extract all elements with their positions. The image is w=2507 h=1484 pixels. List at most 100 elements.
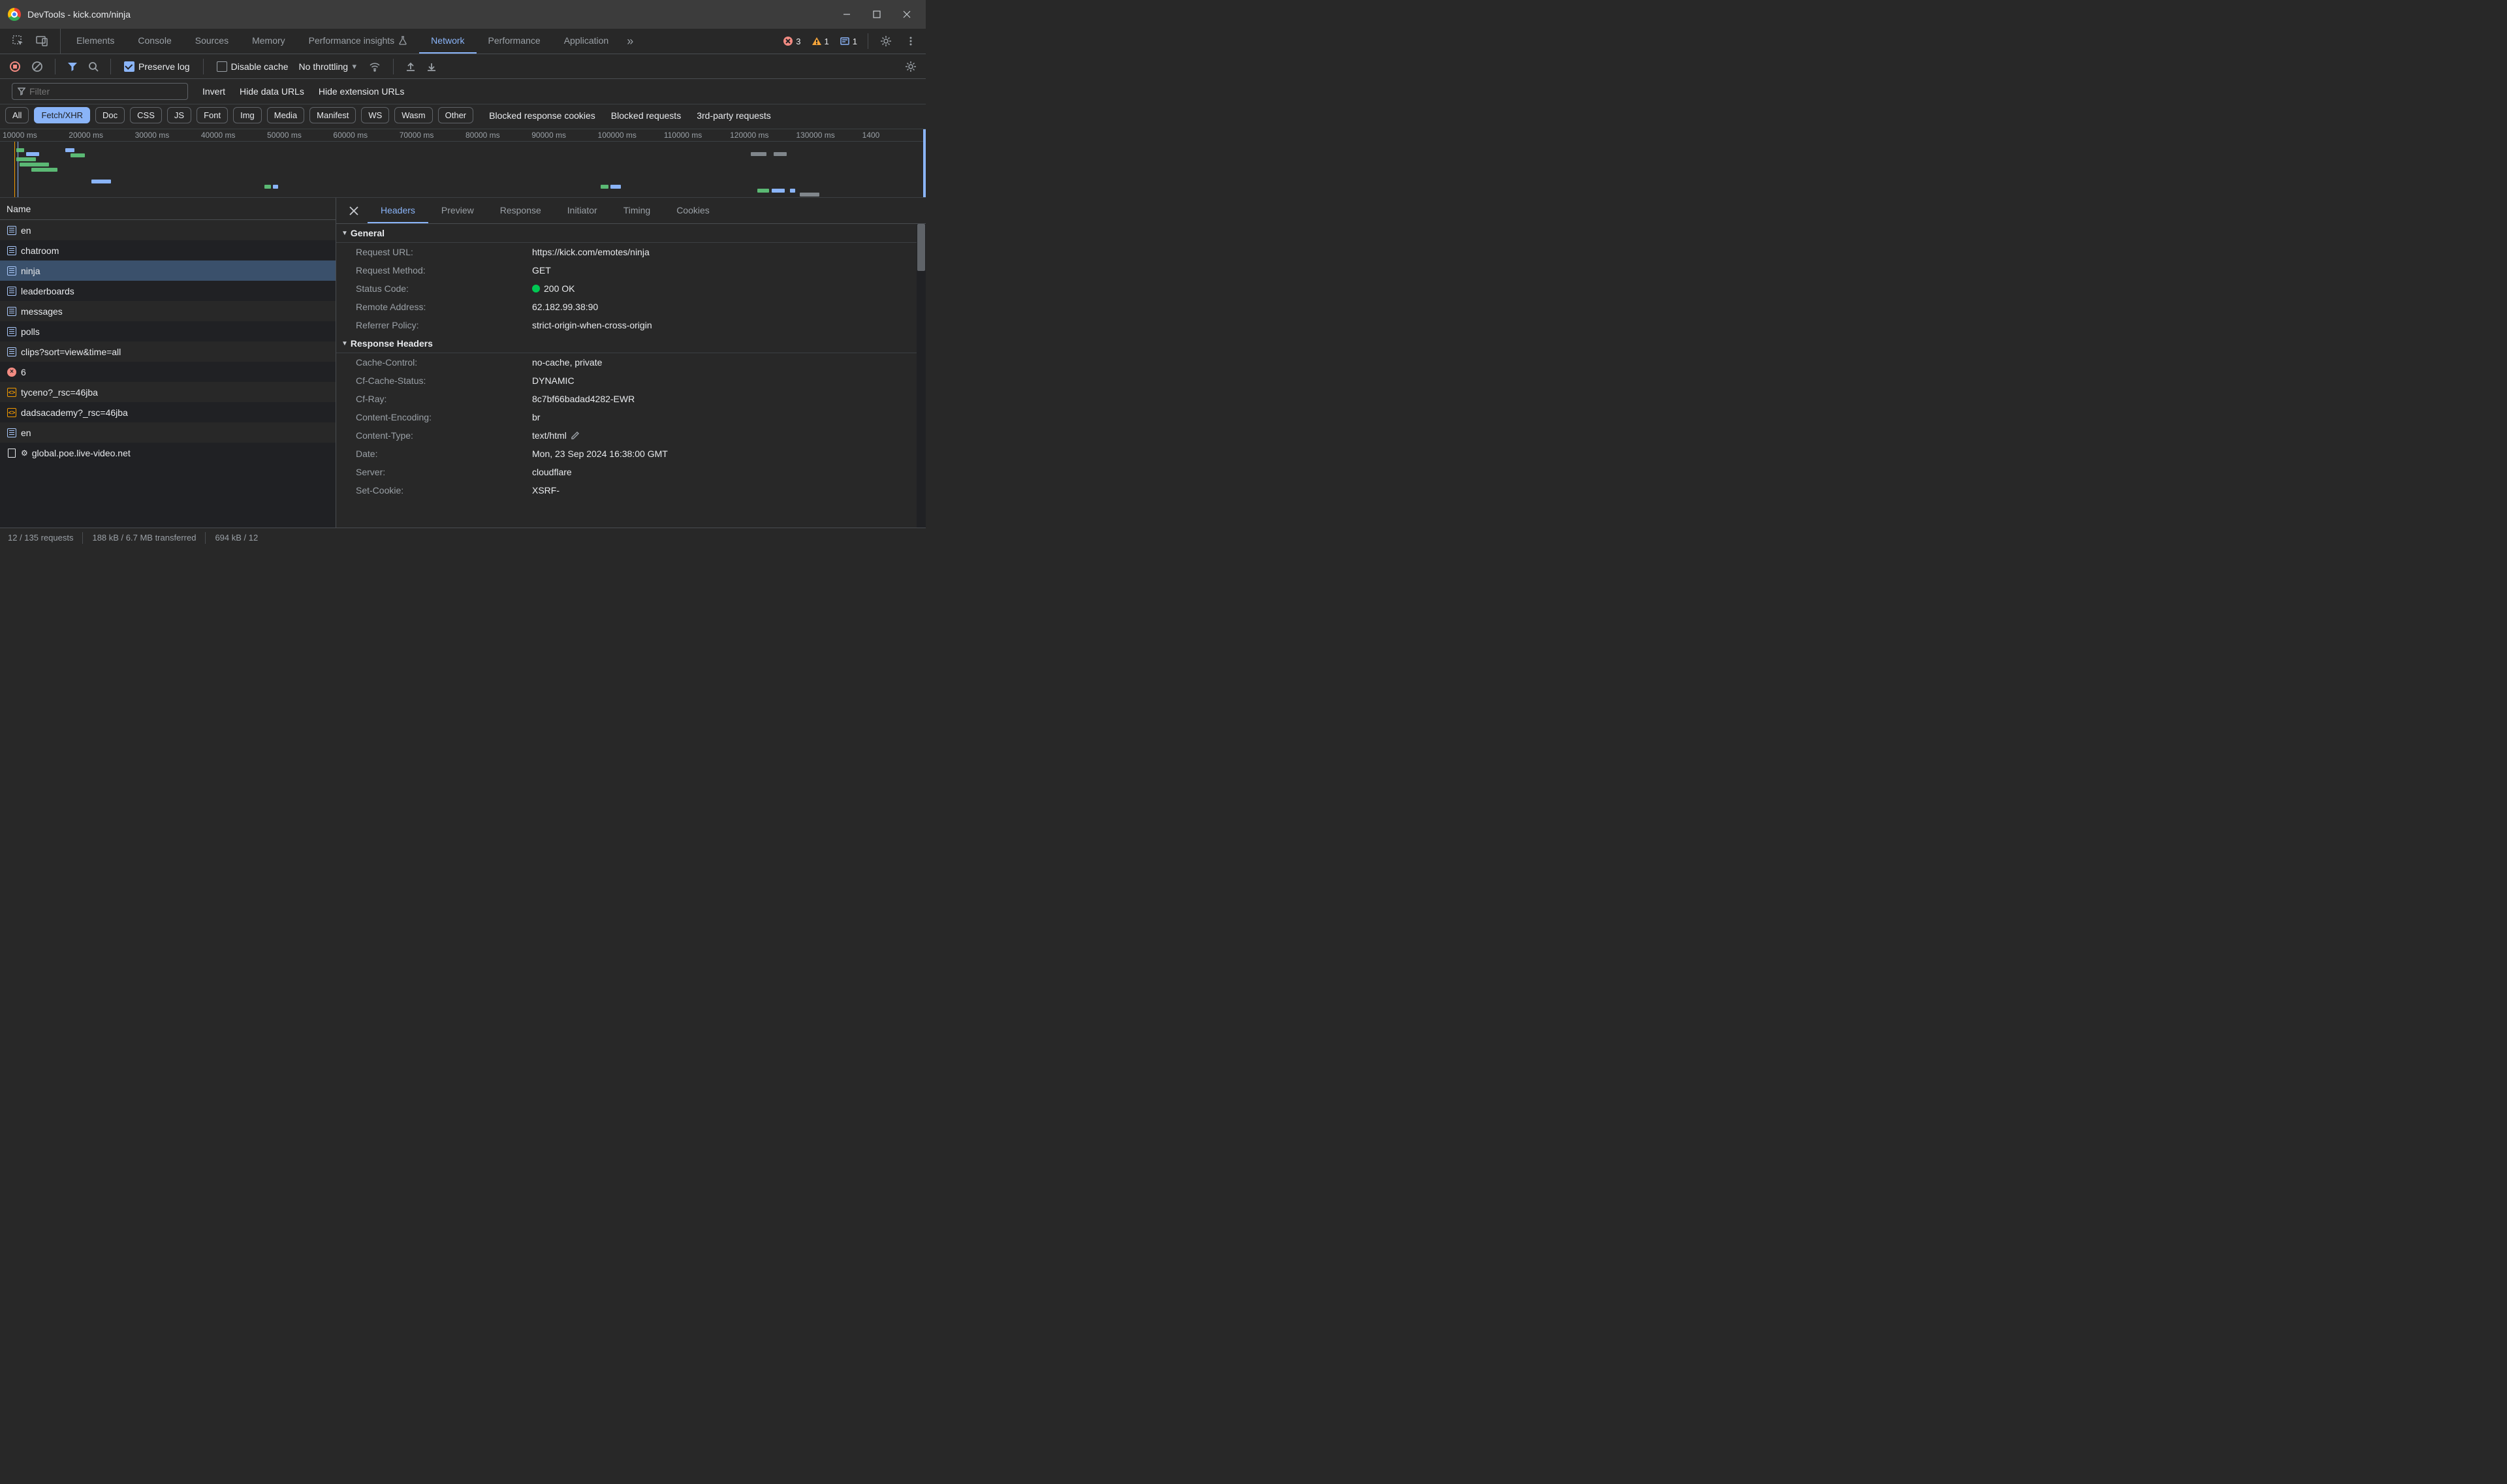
header-row: Set-Cookie:XSRF- [336,481,926,499]
section-header-general[interactable]: ▼General [336,224,926,243]
tab-performance-insights[interactable]: Performance insights [297,29,420,54]
throttling-select[interactable]: No throttling [295,59,362,74]
clear-button[interactable] [26,57,48,76]
header-value-text: strict-origin-when-cross-origin [532,320,652,330]
tab-memory[interactable]: Memory [240,29,297,54]
request-row[interactable]: en [0,220,336,240]
type-filter-fetch-xhr[interactable]: Fetch/XHR [34,107,90,123]
tab-console[interactable]: Console [126,29,183,54]
record-button[interactable] [4,57,26,76]
upload-har-icon[interactable] [400,57,421,76]
request-row[interactable]: ninja [0,260,336,281]
detail-tab-response[interactable]: Response [487,198,554,223]
window-close-button[interactable] [892,0,922,29]
fetch-icon [7,266,17,276]
network-settings-icon[interactable] [900,57,922,76]
window-maximize-button[interactable] [862,0,892,29]
filter-toggle-icon[interactable] [62,57,83,76]
request-row[interactable]: messages [0,301,336,321]
type-filter-wasm[interactable]: Wasm [394,107,432,123]
third-party-requests-checkbox[interactable]: 3rd-party requests [693,110,771,121]
tab-network[interactable]: Network [419,29,476,54]
request-row[interactable]: dadsacademy?_rsc=46jba [0,402,336,422]
tab-application[interactable]: Application [552,29,621,54]
detail-tab-headers[interactable]: Headers [368,198,428,223]
more-menu-icon[interactable] [900,31,922,51]
preserve-log-checkbox[interactable]: Preserve log [118,61,197,72]
request-row[interactable]: chatroom [0,240,336,260]
header-value: cloudflare [532,467,572,477]
settings-icon[interactable] [875,31,897,51]
network-conditions-icon[interactable] [363,56,386,77]
type-filter-media[interactable]: Media [267,107,304,123]
timeline-tick: 100000 ms [595,129,661,140]
header-key: Referrer Policy: [356,320,532,330]
detail-scrollbar[interactable] [917,224,926,528]
request-row[interactable]: polls [0,321,336,341]
detail-tab-cookies[interactable]: Cookies [663,198,723,223]
type-filter-manifest[interactable]: Manifest [309,107,356,123]
more-tabs-icon[interactable]: » [620,29,640,54]
request-row[interactable]: tyceno?_rsc=46jba [0,382,336,402]
inspect-element-icon[interactable] [7,31,30,52]
tab-label: Console [138,35,171,46]
type-filter-img[interactable]: Img [233,107,262,123]
header-value-text: DYNAMIC [532,375,575,386]
edit-icon[interactable] [571,431,580,440]
search-icon[interactable] [83,57,104,76]
request-row[interactable]: ⚙global.poe.live-video.net [0,443,336,463]
blocked-response-cookies-checkbox[interactable]: Blocked response cookies [485,110,595,121]
tab-performance[interactable]: Performance [477,29,552,54]
issues-counter[interactable]: 1 [836,36,861,46]
fetch-icon [7,306,17,317]
filter-input[interactable] [29,86,182,97]
detail-tab-preview[interactable]: Preview [428,198,487,223]
download-har-icon[interactable] [421,57,442,76]
timeline-bar [610,185,621,189]
device-toolbar-icon[interactable] [30,31,54,52]
fetch-icon [7,245,17,256]
type-filter-other[interactable]: Other [438,107,474,123]
window-minimize-button[interactable] [832,0,862,29]
hide-extension-urls-checkbox[interactable]: Hide extension URLs [315,86,405,97]
network-timeline[interactable]: 10000 ms20000 ms30000 ms40000 ms50000 ms… [0,129,926,198]
gear-icon: ⚙ [21,449,28,458]
request-row[interactable]: clips?sort=view&time=all [0,341,336,362]
errors-counter[interactable]: 3 [779,36,804,46]
disable-cache-checkbox[interactable]: Disable cache [210,61,295,72]
header-value: strict-origin-when-cross-origin [532,320,652,330]
disclosure-triangle-icon: ▼ [341,340,348,347]
detail-tab-timing[interactable]: Timing [610,198,664,223]
request-name: en [21,428,31,438]
section-header-response-headers[interactable]: ▼Response Headers [336,334,926,353]
disable-cache-label: Disable cache [231,61,289,72]
request-row[interactable]: 6 [0,362,336,382]
type-filter-js[interactable]: JS [167,107,191,123]
close-detail-button[interactable] [340,198,368,223]
blocked-requests-checkbox[interactable]: Blocked requests [607,110,681,121]
tab-sources[interactable]: Sources [183,29,240,54]
request-row[interactable]: leaderboards [0,281,336,301]
request-row[interactable]: en [0,422,336,443]
header-value: no-cache, private [532,357,602,368]
status-dot-icon [532,285,540,292]
detail-tab-initiator[interactable]: Initiator [554,198,610,223]
timeline-tick: 90000 ms [529,129,595,140]
type-filter-doc[interactable]: Doc [95,107,125,123]
tab-elements[interactable]: Elements [65,29,126,54]
request-list-header[interactable]: Name [0,198,336,220]
hide-data-urls-checkbox[interactable]: Hide data URLs [236,86,304,97]
funnel-icon [18,87,25,95]
header-key: Cf-Ray: [356,394,532,404]
fetch-icon [7,225,17,236]
timeline-tick: 70000 ms [397,129,463,140]
warnings-counter[interactable]: 1 [808,36,833,46]
invert-checkbox[interactable]: Invert [198,86,225,97]
type-filter-ws[interactable]: WS [361,107,389,123]
type-filter-css[interactable]: CSS [130,107,162,123]
header-value: DYNAMIC [532,375,575,386]
header-value-text: https://kick.com/emotes/ninja [532,247,650,257]
scrollbar-thumb[interactable] [917,224,925,271]
type-filter-font[interactable]: Font [197,107,228,123]
type-filter-all[interactable]: All [5,107,29,123]
